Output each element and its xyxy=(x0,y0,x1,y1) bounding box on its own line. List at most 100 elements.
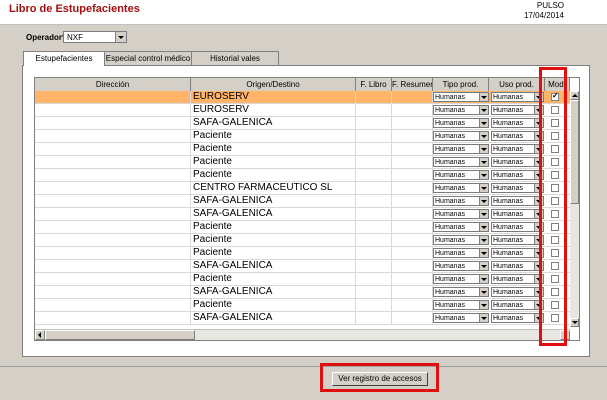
chevron-down-icon[interactable] xyxy=(479,275,488,283)
tab-historial-vales[interactable]: Historial vales xyxy=(191,51,279,65)
table-row[interactable]: Paciente Humanas Humanas xyxy=(35,169,570,182)
col-origen-destino[interactable]: Origen/Destino xyxy=(191,78,356,91)
tipo-prod-select[interactable]: Humanas xyxy=(433,118,489,128)
table-row[interactable]: EUROSERV Humanas Humanas xyxy=(35,91,570,104)
col-mod[interactable]: Mod. xyxy=(545,78,570,91)
col-tipo-prod[interactable]: Tipo prod. xyxy=(433,78,489,91)
mod-checkbox[interactable] xyxy=(551,236,559,244)
tipo-prod-select[interactable]: Humanas xyxy=(433,274,489,284)
uso-prod-select[interactable]: Humanas xyxy=(491,183,544,193)
tipo-prod-select[interactable]: Humanas xyxy=(433,222,489,232)
uso-prod-select[interactable]: Humanas xyxy=(491,157,544,167)
mod-checkbox[interactable] xyxy=(551,158,559,166)
chevron-down-icon[interactable] xyxy=(479,93,488,101)
uso-prod-select[interactable]: Humanas xyxy=(491,144,544,154)
uso-prod-select[interactable]: Humanas xyxy=(491,287,544,297)
mod-checkbox[interactable] xyxy=(551,184,559,192)
uso-prod-select[interactable]: Humanas xyxy=(491,92,544,102)
chevron-down-icon[interactable] xyxy=(534,314,543,322)
table-row[interactable]: Paciente Humanas Humanas xyxy=(35,221,570,234)
chevron-down-icon[interactable] xyxy=(479,197,488,205)
mod-checkbox[interactable] xyxy=(551,223,559,231)
chevron-down-icon[interactable] xyxy=(534,145,543,153)
mod-checkbox[interactable] xyxy=(551,301,559,309)
uso-prod-select[interactable]: Humanas xyxy=(491,235,544,245)
scroll-left-icon[interactable] xyxy=(35,330,45,340)
col-f-resumen[interactable]: F. Resumen xyxy=(392,78,433,91)
mod-checkbox[interactable] xyxy=(551,106,559,114)
scroll-thumb-horizontal[interactable] xyxy=(45,330,195,340)
chevron-down-icon[interactable] xyxy=(479,314,488,322)
col-f-libro[interactable]: F. Libro xyxy=(356,78,392,91)
mod-checkbox[interactable] xyxy=(551,91,559,101)
chevron-down-icon[interactable] xyxy=(534,275,543,283)
chevron-down-icon[interactable] xyxy=(479,145,488,153)
tipo-prod-select[interactable]: Humanas xyxy=(433,144,489,154)
table-row[interactable]: EUROSERV Humanas Humanas xyxy=(35,104,570,117)
tab-especial-control-medico[interactable]: Especial control médico xyxy=(104,51,192,65)
tipo-prod-select[interactable]: Humanas xyxy=(433,92,489,102)
table-row[interactable]: Paciente Humanas Humanas xyxy=(35,247,570,260)
chevron-down-icon[interactable] xyxy=(534,106,543,114)
chevron-down-icon[interactable] xyxy=(479,288,488,296)
table-row[interactable]: SAFA-GALENICA Humanas Humanas xyxy=(35,195,570,208)
tipo-prod-select[interactable]: Humanas xyxy=(433,235,489,245)
tipo-prod-select[interactable]: Humanas xyxy=(433,261,489,271)
chevron-down-icon[interactable] xyxy=(479,301,488,309)
chevron-down-icon[interactable] xyxy=(479,132,488,140)
chevron-down-icon[interactable] xyxy=(534,288,543,296)
chevron-down-icon[interactable] xyxy=(534,301,543,309)
tipo-prod-select[interactable]: Humanas xyxy=(433,248,489,258)
horizontal-scrollbar[interactable] xyxy=(35,329,570,340)
table-row[interactable]: Paciente Humanas Humanas xyxy=(35,156,570,169)
mod-checkbox[interactable] xyxy=(551,145,559,153)
tab-estupefacientes[interactable]: Estupefacientes xyxy=(23,51,105,66)
chevron-down-icon[interactable] xyxy=(479,223,488,231)
uso-prod-select[interactable]: Humanas xyxy=(491,196,544,206)
scroll-right-icon[interactable] xyxy=(560,330,570,340)
chevron-down-icon[interactable] xyxy=(534,262,543,270)
tipo-prod-select[interactable]: Humanas xyxy=(433,131,489,141)
chevron-down-icon[interactable] xyxy=(534,119,543,127)
table-row[interactable]: Paciente Humanas Humanas xyxy=(35,273,570,286)
tipo-prod-select[interactable]: Humanas xyxy=(433,300,489,310)
chevron-down-icon[interactable] xyxy=(479,184,488,192)
chevron-down-icon[interactable] xyxy=(534,184,543,192)
table-row[interactable]: SAFA-GALENICA Humanas Humanas xyxy=(35,117,570,130)
mod-checkbox[interactable] xyxy=(551,288,559,296)
tipo-prod-select[interactable]: Humanas xyxy=(433,196,489,206)
chevron-down-icon[interactable] xyxy=(479,119,488,127)
chevron-down-icon[interactable] xyxy=(534,158,543,166)
mod-checkbox[interactable] xyxy=(551,119,559,127)
chevron-down-icon[interactable] xyxy=(534,236,543,244)
uso-prod-select[interactable]: Humanas xyxy=(491,274,544,284)
uso-prod-select[interactable]: Humanas xyxy=(491,131,544,141)
mod-checkbox[interactable] xyxy=(551,210,559,218)
table-row[interactable]: SAFA-GALENICA Humanas Humanas xyxy=(35,208,570,221)
chevron-down-icon[interactable] xyxy=(534,210,543,218)
chevron-down-icon[interactable] xyxy=(479,249,488,257)
chevron-down-icon[interactable] xyxy=(534,132,543,140)
chevron-down-icon[interactable] xyxy=(534,93,543,101)
col-uso-prod[interactable]: Uso prod. xyxy=(489,78,545,91)
uso-prod-select[interactable]: Humanas xyxy=(491,118,544,128)
table-row[interactable]: CENTRO FARMACEUTICO SL Humanas Humanas xyxy=(35,182,570,195)
chevron-down-icon[interactable] xyxy=(479,106,488,114)
chevron-down-icon[interactable] xyxy=(534,249,543,257)
mod-checkbox[interactable] xyxy=(551,275,559,283)
scroll-down-icon[interactable] xyxy=(570,318,579,327)
chevron-down-icon[interactable] xyxy=(534,197,543,205)
tipo-prod-select[interactable]: Humanas xyxy=(433,313,489,323)
mod-checkbox[interactable] xyxy=(551,197,559,205)
uso-prod-select[interactable]: Humanas xyxy=(491,105,544,115)
chevron-down-icon[interactable] xyxy=(479,262,488,270)
table-row[interactable]: Paciente Humanas Humanas xyxy=(35,234,570,247)
uso-prod-select[interactable]: Humanas xyxy=(491,300,544,310)
mod-checkbox[interactable] xyxy=(551,132,559,140)
uso-prod-select[interactable]: Humanas xyxy=(491,261,544,271)
chevron-down-icon[interactable] xyxy=(534,223,543,231)
uso-prod-select[interactable]: Humanas xyxy=(491,313,544,323)
uso-prod-select[interactable]: Humanas xyxy=(491,222,544,232)
scroll-up-icon[interactable] xyxy=(570,91,579,100)
chevron-down-icon[interactable] xyxy=(479,158,488,166)
